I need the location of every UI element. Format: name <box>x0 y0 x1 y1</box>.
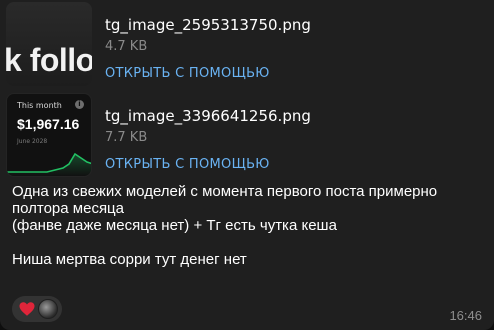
avatar[interactable] <box>38 299 58 319</box>
thumbnail-amount: $1,967.16 <box>17 116 80 132</box>
reaction-heart[interactable] <box>12 296 62 322</box>
thumbnail-text: k follo <box>6 42 92 78</box>
message-time: 16:46 <box>449 308 482 323</box>
open-with-button[interactable]: ОТКРЫТЬ С ПОМОЩЬЮ <box>105 157 270 172</box>
file-attachment[interactable]: This month i $1,967.16 June 2028 tg_imag… <box>6 93 486 177</box>
message-text: Одна из свежих моделей с момента первого… <box>12 183 488 268</box>
image-thumbnail[interactable]: This month i $1,967.16 June 2028 <box>6 93 92 177</box>
thumbnail-heading: This month <box>17 101 62 110</box>
file-size: 4.7 KB <box>105 39 148 54</box>
message-line: (фанве даже месяца нет) + Тг есть чутка … <box>12 217 337 234</box>
message-line: Одна из свежих моделей с момента первого… <box>12 183 438 200</box>
message-bubble: k follo tg_image_2595313750.png 4.7 KB О… <box>0 0 494 330</box>
thumbnail-date: June 2028 <box>17 138 48 145</box>
file-size: 7.7 KB <box>105 130 148 145</box>
open-with-button[interactable]: ОТКРЫТЬ С ПОМОЩЬЮ <box>105 66 270 81</box>
file-name[interactable]: tg_image_3396641256.png <box>105 107 311 125</box>
info-icon: i <box>75 100 84 109</box>
message-line: полтора месяца <box>12 200 124 217</box>
heart-icon <box>19 302 35 316</box>
image-thumbnail[interactable]: k follo <box>6 2 92 86</box>
sparkline-icon <box>7 152 91 176</box>
message-line: Ниша мертва сорри тут денег нет <box>12 251 247 268</box>
file-attachment[interactable]: k follo tg_image_2595313750.png 4.7 KB О… <box>6 2 486 86</box>
file-name[interactable]: tg_image_2595313750.png <box>105 16 311 34</box>
